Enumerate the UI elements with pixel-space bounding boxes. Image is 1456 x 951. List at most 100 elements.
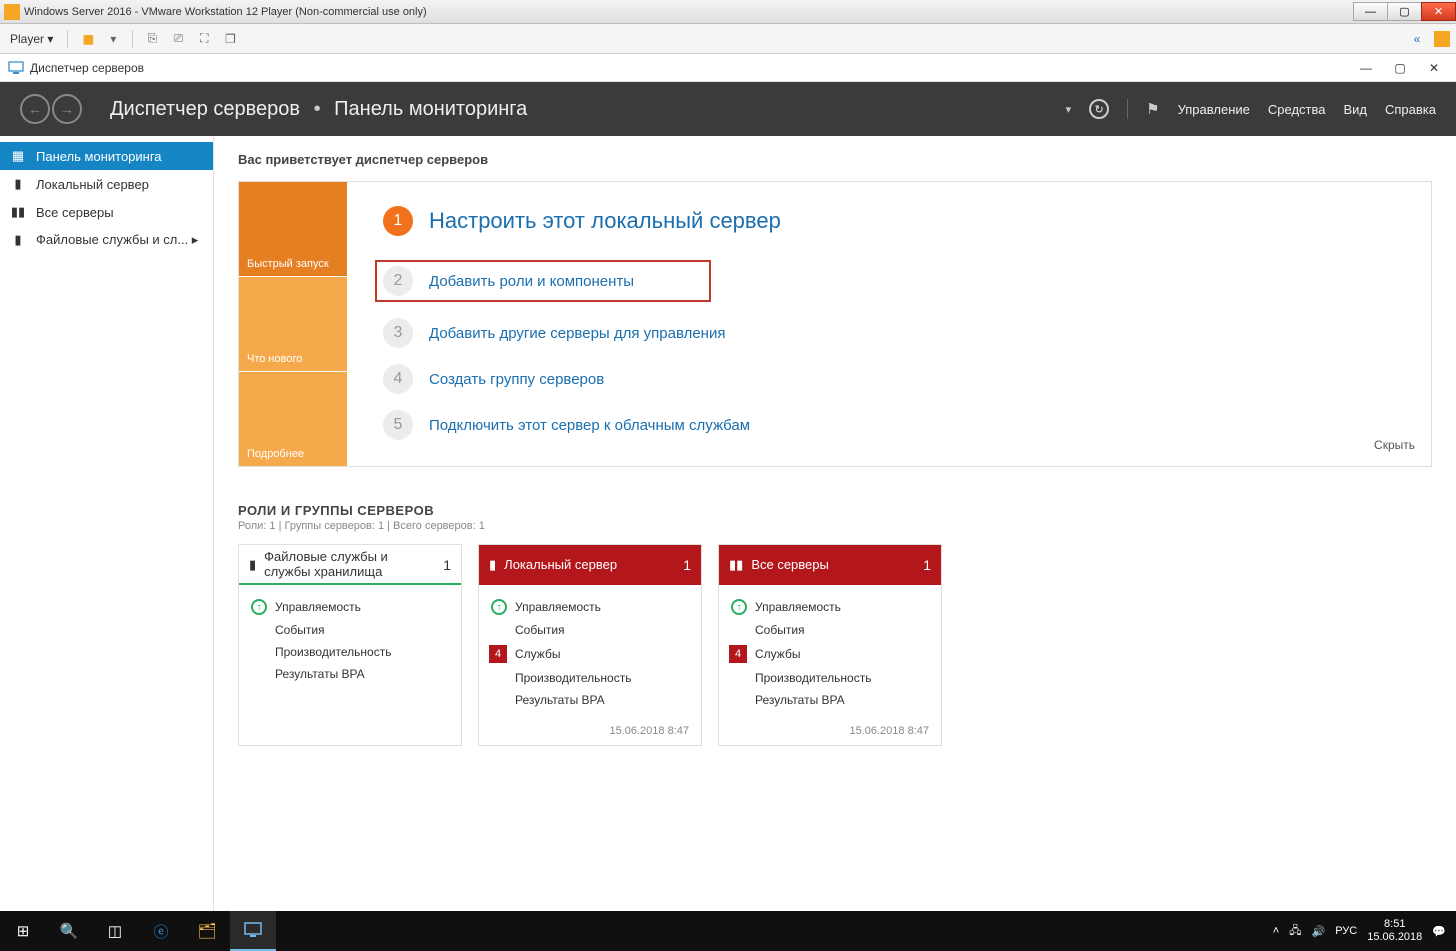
tray-sound-icon[interactable]: 🔊 (1312, 925, 1326, 938)
step-connect-cloud[interactable]: 5 Подключить этот сервер к облачным служ… (383, 410, 1395, 440)
tile-all-servers[interactable]: ▮▮ Все серверы 1 ↑Управляемость События … (718, 544, 942, 746)
tile-item-services[interactable]: 4Службы (491, 641, 689, 667)
step-label: Создать группу серверов (429, 371, 604, 388)
collapse-icon[interactable]: « (1408, 30, 1426, 48)
tile-item-bpa[interactable]: Результаты BPA (251, 663, 449, 685)
tile-item-events[interactable]: События (731, 619, 929, 641)
step-number: 1 (383, 206, 413, 236)
tile-item-performance[interactable]: Производительность (251, 641, 449, 663)
pause-icon[interactable]: ▮▮ (78, 30, 96, 48)
step-number: 5 (383, 410, 413, 440)
tray-language[interactable]: РУС (1335, 925, 1357, 937)
refresh-icon[interactable]: ↻ (1089, 99, 1109, 119)
tools-icon[interactable] (1434, 31, 1450, 47)
step-label: Подключить этот сервер к облачным служба… (429, 417, 750, 434)
start-button[interactable]: ⊞ (0, 911, 46, 951)
tile-item-performance[interactable]: Производительность (491, 667, 689, 689)
roles-section-subtitle: Роли: 1 | Группы серверов: 1 | Всего сер… (238, 520, 1432, 532)
server-manager-title: Диспетчер серверов (30, 61, 144, 75)
servers-icon: ▮▮ (10, 204, 26, 220)
step-number: 3 (383, 318, 413, 348)
welcome-title: Вас приветствует диспетчер серверов (238, 152, 1432, 167)
inner-maximize-button[interactable]: ▢ (1394, 61, 1406, 75)
inner-close-button[interactable]: ✕ (1428, 61, 1440, 75)
snapshot-icon[interactable]: ▾ (104, 30, 122, 48)
breadcrumb-current: Панель мониторинга (334, 98, 527, 120)
task-view-icon[interactable]: ◫ (92, 911, 138, 951)
tray-up-icon[interactable]: ˄ (1273, 925, 1279, 937)
step-create-group[interactable]: 4 Создать группу серверов (383, 364, 1395, 394)
step-add-roles[interactable]: 2 Добавить роли и компоненты (375, 260, 711, 302)
up-arrow-icon: ↑ (251, 599, 267, 615)
step-number: 2 (383, 266, 413, 296)
breadcrumb-separator: • (314, 98, 321, 120)
alert-badge: 4 (729, 645, 747, 663)
breadcrumb-root[interactable]: Диспетчер серверов (110, 98, 300, 120)
sidebar-item-label: Панель мониторинга (36, 149, 162, 164)
send-cad-icon[interactable]: ⎘ (143, 30, 161, 48)
menu-manage[interactable]: Управление (1178, 102, 1250, 117)
multi-icon[interactable]: ❐ (221, 30, 239, 48)
sidebar-item-label: Файловые службы и сл... ▸ (36, 232, 198, 248)
menu-tools[interactable]: Средства (1268, 102, 1326, 117)
tile-quickstart[interactable]: Быстрый запуск (239, 182, 347, 276)
server-manager-taskbar-icon[interactable] (230, 911, 276, 951)
nav-forward-button[interactable]: → (52, 94, 82, 124)
tile-title: Локальный сервер (504, 558, 675, 573)
tile-item-bpa[interactable]: Результаты BPA (731, 689, 929, 711)
separator (1127, 99, 1128, 119)
tile-item-services[interactable]: 4Службы (731, 641, 929, 667)
tile-item-manageability[interactable]: ↑Управляемость (731, 595, 929, 619)
dropdown-icon[interactable]: ▾ (1066, 103, 1072, 116)
roles-section-title: РОЛИ И ГРУППЫ СЕРВЕРОВ (238, 503, 1432, 518)
sidebar-item-file-services[interactable]: ▮ Файловые службы и сл... ▸ (0, 226, 213, 254)
maximize-button[interactable]: ▢ (1387, 2, 1422, 21)
tray-network-icon[interactable]: 🖧 (1289, 922, 1301, 941)
sidebar: ▦ Панель мониторинга ▮ Локальный сервер … (0, 136, 214, 911)
fullscreen-icon[interactable]: ⛶ (195, 30, 213, 48)
menu-help[interactable]: Справка (1385, 102, 1436, 117)
tile-more[interactable]: Подробнее (239, 371, 347, 466)
ie-icon[interactable]: ⓔ (138, 911, 184, 951)
tile-title: Все серверы (751, 558, 915, 573)
tile-item-performance[interactable]: Производительность (731, 667, 929, 689)
tile-whatsnew[interactable]: Что нового (239, 276, 347, 371)
unity-icon[interactable]: ⎚ (169, 30, 187, 48)
tile-timestamp: 15.06.2018 8:47 (719, 717, 941, 745)
up-arrow-icon: ↑ (731, 599, 747, 615)
tile-local-server[interactable]: ▮ Локальный сервер 1 ↑Управляемость Собы… (478, 544, 702, 746)
close-button[interactable]: ✕ (1421, 2, 1456, 21)
tile-file-storage[interactable]: ▮ Файловые службы и службы хранилища 1 ↑… (238, 544, 462, 746)
tile-count: 1 (443, 557, 451, 573)
step-configure-server[interactable]: 1 Настроить этот локальный сервер (383, 206, 1395, 236)
tile-item-bpa[interactable]: Результаты BPA (491, 689, 689, 711)
sidebar-item-dashboard[interactable]: ▦ Панель мониторинга (0, 142, 213, 170)
dashboard-icon: ▦ (10, 148, 26, 164)
alert-badge: 4 (489, 645, 507, 663)
minimize-button[interactable]: — (1353, 2, 1388, 21)
search-icon[interactable]: 🔍 (46, 911, 92, 951)
menu-view[interactable]: Вид (1343, 102, 1367, 117)
sidebar-item-local-server[interactable]: ▮ Локальный сервер (0, 170, 213, 198)
sidebar-item-label: Все серверы (36, 205, 114, 220)
nav-back-button[interactable]: ← (20, 94, 50, 124)
sidebar-item-all-servers[interactable]: ▮▮ Все серверы (0, 198, 213, 226)
tile-item-events[interactable]: События (491, 619, 689, 641)
tile-count: 1 (683, 557, 691, 573)
main-content: Вас приветствует диспетчер серверов Быст… (214, 136, 1456, 911)
tile-item-events[interactable]: События (251, 619, 449, 641)
vmware-icon (4, 4, 20, 20)
tile-item-manageability[interactable]: ↑Управляемость (251, 595, 449, 619)
explorer-icon[interactable]: 🗂 (184, 911, 230, 951)
step-add-servers[interactable]: 3 Добавить другие серверы для управления (383, 318, 1395, 348)
player-menu[interactable]: Player ▾ (6, 30, 57, 48)
hide-link[interactable]: Скрыть (1374, 438, 1415, 452)
tile-item-manageability[interactable]: ↑Управляемость (491, 595, 689, 619)
file-icon: ▮ (10, 232, 26, 248)
welcome-panel: Быстрый запуск Что нового Подробнее 1 На… (238, 181, 1432, 467)
vmware-titlebar: Windows Server 2016 - VMware Workstation… (0, 0, 1456, 24)
flag-icon[interactable]: ⚑ (1146, 100, 1159, 118)
inner-minimize-button[interactable]: — (1360, 61, 1372, 75)
tray-notifications-icon[interactable]: 💬 (1432, 925, 1446, 938)
tray-clock[interactable]: 8:51 15.06.2018 (1367, 918, 1422, 943)
